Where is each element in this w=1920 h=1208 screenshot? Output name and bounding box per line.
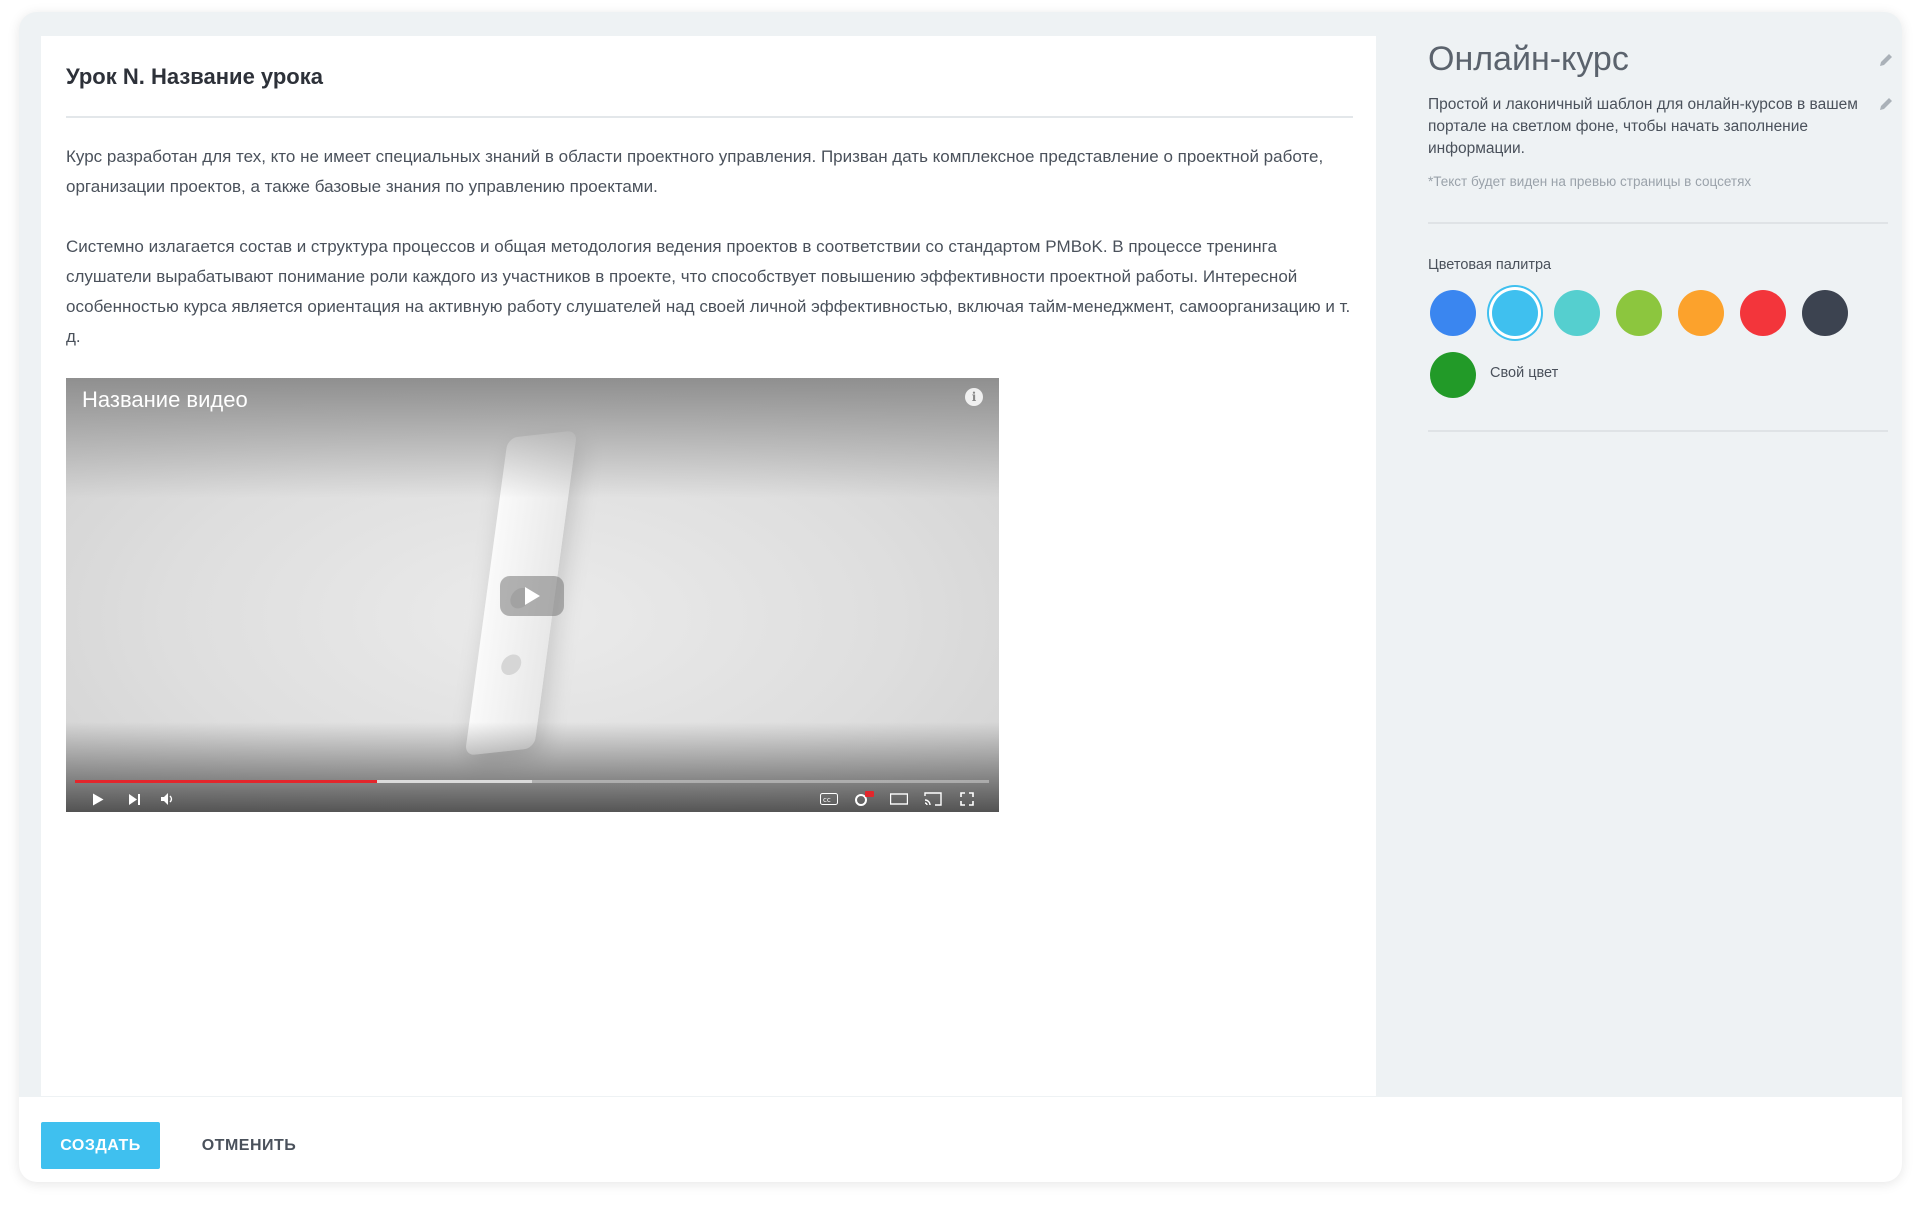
divider xyxy=(66,116,1353,118)
color-swatch-dark[interactable] xyxy=(1802,290,1848,336)
divider xyxy=(1428,222,1888,224)
custom-color-swatch[interactable] xyxy=(1430,352,1476,398)
color-swatch-light-blue[interactable] xyxy=(1492,290,1538,336)
course-description: Простой и лаконичный шаблон для онлайн-к… xyxy=(1428,96,1858,157)
play-icon xyxy=(525,587,540,605)
video-player[interactable]: Название видео i cc xyxy=(66,378,999,812)
play-small-icon[interactable] xyxy=(88,788,108,810)
edit-description-pencil-icon[interactable] xyxy=(1876,94,1896,114)
captions-icon[interactable]: cc xyxy=(818,788,840,810)
video-progress-bar[interactable] xyxy=(75,780,989,783)
editor-window: Урок N. Название урока Курс разработан д… xyxy=(19,12,1902,1182)
volume-icon[interactable] xyxy=(158,788,178,810)
lesson-paragraph-2[interactable]: Системно излагается состав и структура п… xyxy=(66,232,1356,352)
color-swatch-turquoise[interactable] xyxy=(1554,290,1600,336)
lesson-title[interactable]: Урок N. Название урока xyxy=(66,64,323,90)
palette-label: Цветовая палитра xyxy=(1428,257,1552,273)
svg-text:cc: cc xyxy=(823,796,831,804)
video-title: Название видео xyxy=(82,387,248,412)
theater-mode-icon[interactable] xyxy=(888,788,910,810)
settings-icon[interactable] xyxy=(853,788,875,810)
settings-sidebar: Онлайн-курс Простой и лаконичный шаблон … xyxy=(1424,12,1902,1102)
footer-bar: СОЗДАТЬ ОТМЕНИТЬ xyxy=(19,1097,1902,1182)
divider xyxy=(1428,430,1888,432)
cast-icon[interactable] xyxy=(922,788,944,810)
color-swatch-orange[interactable] xyxy=(1678,290,1724,336)
custom-color-label[interactable]: Свой цвет xyxy=(1490,365,1558,381)
edit-title-pencil-icon[interactable] xyxy=(1876,50,1896,70)
color-swatch-blue[interactable] xyxy=(1430,290,1476,336)
fullscreen-icon[interactable] xyxy=(956,788,978,810)
preview-note: *Текст будет виден на превью страницы в … xyxy=(1428,174,1752,189)
next-icon[interactable] xyxy=(126,788,144,810)
cancel-button[interactable]: ОТМЕНИТЬ xyxy=(179,1122,319,1169)
lesson-editor: Урок N. Название урока Курс разработан д… xyxy=(41,36,1376,1096)
course-title: Онлайн-курс xyxy=(1428,40,1629,78)
video-progress xyxy=(75,780,377,783)
lesson-paragraph-1[interactable]: Курс разработан для тех, кто не имеет сп… xyxy=(66,142,1356,202)
create-button[interactable]: СОЗДАТЬ xyxy=(41,1122,160,1169)
play-button[interactable] xyxy=(500,576,564,616)
info-icon[interactable]: i xyxy=(965,388,983,406)
color-swatch-lime[interactable] xyxy=(1616,290,1662,336)
color-swatch-red[interactable] xyxy=(1740,290,1786,336)
